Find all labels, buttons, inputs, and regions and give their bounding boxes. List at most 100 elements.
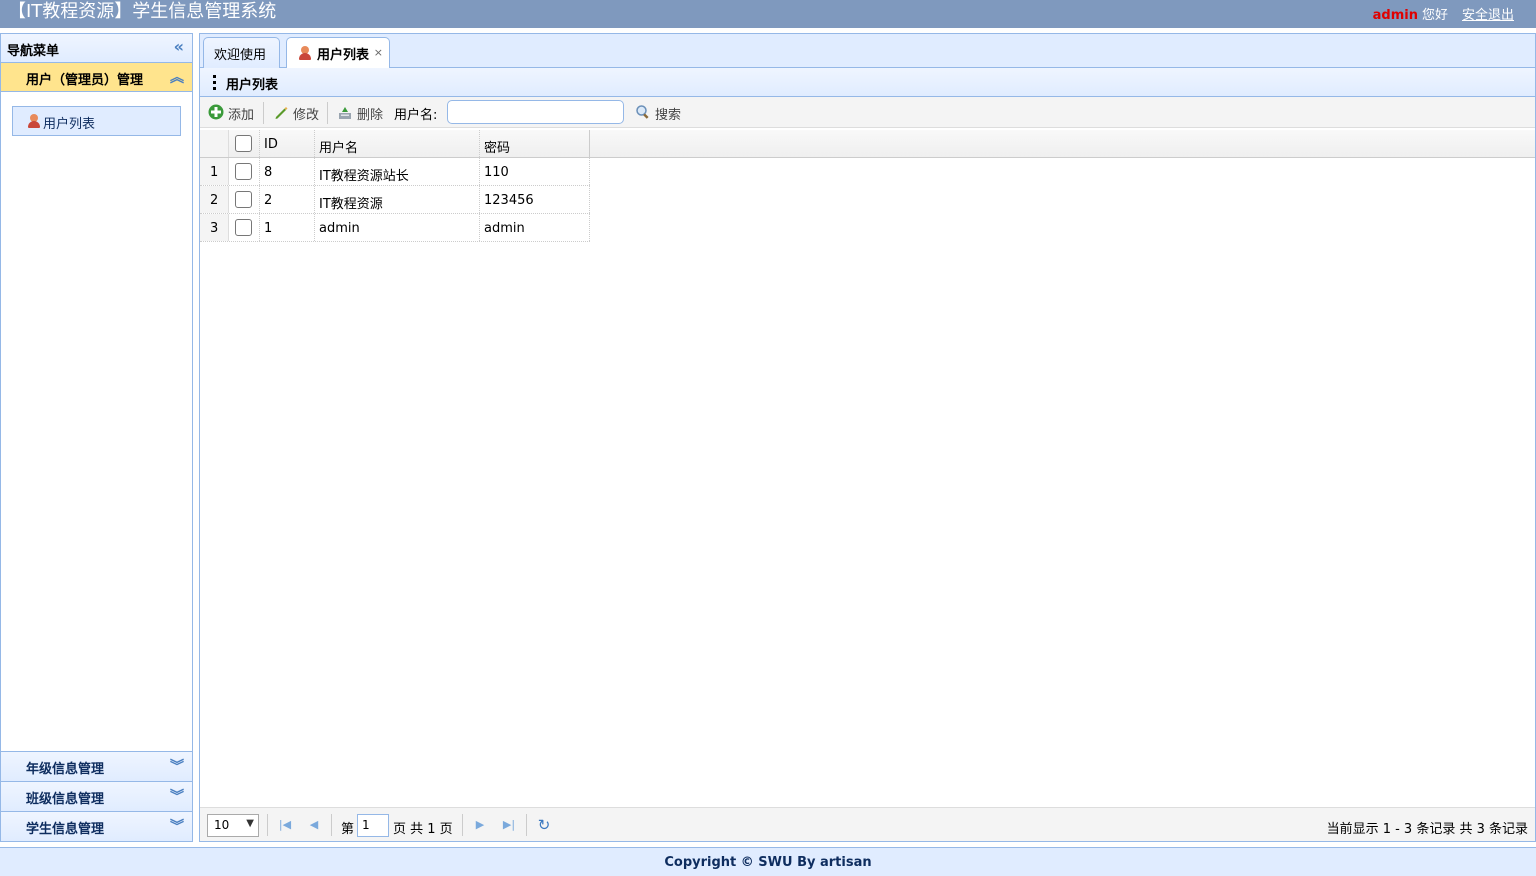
user-greeting: admin 您好	[1373, 4, 1448, 23]
add-icon	[208, 104, 224, 120]
column-header-password[interactable]: 密码	[480, 130, 590, 157]
toolbar-divider	[263, 102, 264, 124]
nav-section-student[interactable]: 学生信息管理 ︾	[1, 811, 192, 841]
select-all-cell	[229, 130, 260, 157]
row-select-cell	[229, 158, 260, 185]
table-row[interactable]: 2 2 IT教程资源 123456	[200, 186, 590, 214]
cell-password: 123456	[480, 186, 590, 213]
cell-id: 8	[260, 158, 315, 185]
column-header-username[interactable]: 用户名	[315, 130, 480, 157]
chevron-down-icon: ▼	[246, 818, 254, 829]
main-panel: 欢迎使用 用户列表 × 用户列表 添加 修改 删除 用户名: 搜索 ID 用户名…	[199, 33, 1536, 842]
row-number: 2	[200, 186, 229, 213]
pager-divider	[267, 814, 268, 836]
refresh-icon[interactable]: ↻	[536, 817, 552, 833]
search-icon	[636, 105, 649, 119]
chevron-down-icon[interactable]: ︾	[170, 816, 184, 836]
add-label: 添加	[228, 108, 255, 123]
nav-section-body: 用户列表	[1, 92, 192, 752]
user-icon	[27, 114, 41, 128]
username-search-input[interactable]	[447, 100, 624, 124]
page-number-input[interactable]: 1	[357, 814, 389, 837]
delete-icon	[339, 107, 351, 119]
nav-section-label: 用户（管理员）管理	[26, 73, 144, 88]
tab-label: 欢迎使用	[214, 48, 267, 63]
panel-title: 用户列表	[200, 68, 1535, 97]
table-row[interactable]: 1 8 IT教程资源站长 110	[200, 158, 590, 186]
greeting-text: 您好	[1421, 8, 1448, 23]
first-page-icon[interactable]: |◀	[277, 817, 293, 833]
tab-user-list[interactable]: 用户列表 ×	[286, 37, 390, 69]
nav-section-label: 班级信息管理	[26, 792, 105, 807]
table-row[interactable]: 3 1 admin admin	[200, 214, 590, 242]
tab-bar: 欢迎使用 用户列表 ×	[200, 34, 1535, 69]
navigation-panel: 导航菜单 « 用户（管理员）管理 ︽ 用户列表 年级信息管理 ︾ 班级信息管理 …	[0, 33, 193, 842]
edit-button[interactable]: 修改	[271, 102, 319, 124]
cell-id: 2	[260, 186, 315, 213]
chevron-down-icon[interactable]: ︾	[170, 756, 184, 776]
panel-title-text: 用户列表	[226, 78, 279, 93]
table-header: ID 用户名 密码	[200, 130, 1535, 158]
nav-section-user-admin[interactable]: 用户（管理员）管理 ︽	[1, 63, 192, 92]
nav-item-user-list[interactable]: 用户列表	[12, 106, 181, 136]
menu-dots-icon	[213, 75, 216, 93]
pager-divider	[462, 814, 463, 836]
last-page-icon[interactable]: ▶|	[501, 817, 517, 833]
row-select-cell	[229, 186, 260, 213]
cell-password: admin	[480, 214, 590, 241]
nav-section-grade[interactable]: 年级信息管理 ︾	[1, 751, 192, 781]
top-header: 【IT教程资源】学生信息管理系统 admin 您好 安全退出	[0, 0, 1536, 28]
search-label: 搜索	[655, 108, 682, 123]
column-header-id[interactable]: ID	[260, 130, 315, 157]
pager-divider	[526, 814, 527, 836]
pagination-bar: 10 ▼ |◀ ◀ 第 1 页 共 1 页 ▶ ▶| ↻ 当前显示 1 - 3 …	[200, 807, 1535, 841]
cell-id: 1	[260, 214, 315, 241]
tab-welcome[interactable]: 欢迎使用	[203, 37, 280, 68]
row-checkbox[interactable]	[235, 163, 252, 180]
record-info: 当前显示 1 - 3 条记录 共 3 条记录	[1326, 822, 1528, 837]
page-total-text: 页 共 1 页	[393, 822, 453, 837]
chevron-down-icon[interactable]: ︾	[170, 786, 184, 806]
chevron-up-icon[interactable]: ︽	[170, 67, 184, 87]
select-all-checkbox[interactable]	[235, 135, 252, 152]
nav-section-class[interactable]: 班级信息管理 ︾	[1, 781, 192, 811]
cell-username: IT教程资源站长	[315, 158, 480, 185]
nav-section-label: 年级信息管理	[26, 762, 105, 777]
pencil-icon	[275, 107, 288, 119]
copyright-text: Copyright © SWU By artisan	[664, 855, 872, 870]
cell-username: IT教程资源	[315, 186, 480, 213]
cell-username: admin	[315, 214, 480, 241]
delete-label: 删除	[357, 108, 384, 123]
row-number: 3	[200, 214, 229, 241]
footer: Copyright © SWU By artisan	[0, 847, 1536, 876]
row-number: 1	[200, 158, 229, 185]
rownum-header	[200, 130, 229, 157]
edit-label: 修改	[293, 108, 320, 123]
toolbar: 添加 修改 删除 用户名: 搜索	[200, 97, 1535, 128]
next-page-icon[interactable]: ▶	[472, 817, 488, 833]
pager-divider	[331, 814, 332, 836]
page-size-value: 10	[214, 818, 230, 832]
app-title: 【IT教程资源】学生信息管理系统	[8, 1, 277, 22]
nav-header: 导航菜单 «	[1, 34, 192, 63]
page-size-select[interactable]: 10 ▼	[207, 814, 259, 837]
delete-button[interactable]: 删除	[335, 102, 383, 124]
row-select-cell	[229, 214, 260, 241]
close-icon[interactable]: ×	[374, 46, 383, 59]
cell-password: 110	[480, 158, 590, 185]
search-button[interactable]: 搜索	[633, 102, 681, 124]
nav-collapsed-sections: 年级信息管理 ︾ 班级信息管理 ︾ 学生信息管理 ︾	[1, 751, 192, 841]
row-checkbox[interactable]	[235, 191, 252, 208]
toolbar-divider	[327, 102, 328, 124]
prev-page-icon[interactable]: ◀	[306, 817, 322, 833]
nav-item-label: 用户列表	[43, 117, 96, 132]
row-checkbox[interactable]	[235, 219, 252, 236]
user-datagrid: ID 用户名 密码 1 8 IT教程资源站长 110 2 2 IT教程资源 12…	[200, 130, 1535, 242]
logout-link[interactable]: 安全退出	[1462, 4, 1514, 23]
username-filter-label: 用户名:	[394, 108, 438, 123]
add-button[interactable]: 添加	[206, 102, 254, 124]
nav-title: 导航菜单	[7, 44, 60, 59]
tab-label: 用户列表	[317, 48, 370, 63]
collapse-left-icon[interactable]: «	[174, 39, 184, 55]
user-icon	[298, 46, 312, 60]
